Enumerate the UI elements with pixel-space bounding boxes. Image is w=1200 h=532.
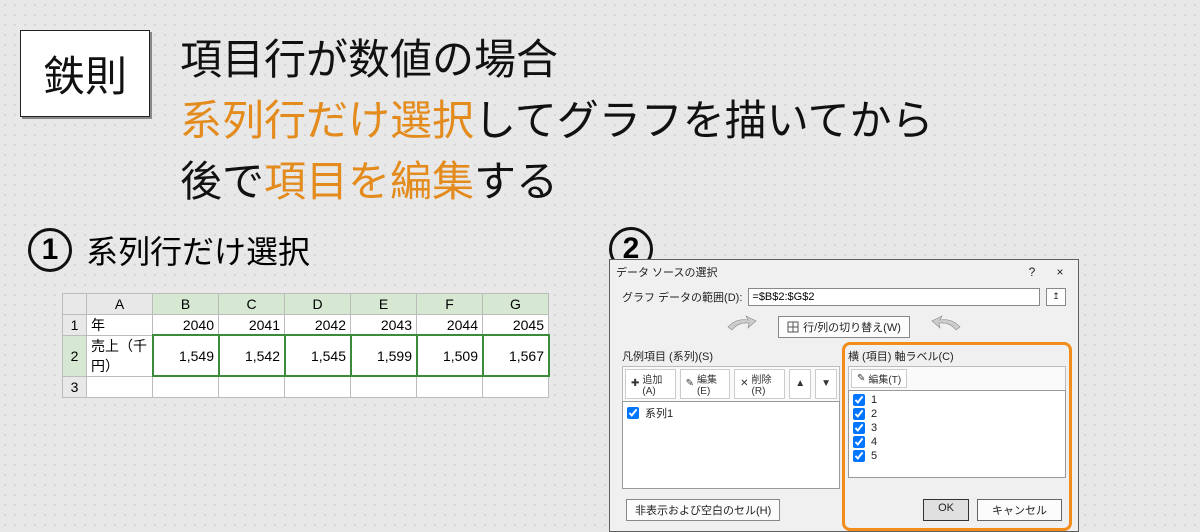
row-head-3[interactable]: 3 [63,376,87,397]
headline-line1: 項目行が数値の場合 [180,30,934,91]
cell-F1[interactable]: 2044 [417,314,483,335]
edit-icon: ✎ [686,378,694,389]
swap-arrow-right-icon [930,314,962,340]
rule-badge: 鉄則 [20,30,150,117]
legend-edit-button[interactable]: ✎編集(E) [680,369,731,399]
cell-B1[interactable]: 2040 [153,314,219,335]
cell-D3[interactable] [285,376,351,397]
range-picker-button[interactable]: ↥ [1046,288,1066,306]
range-input[interactable] [748,288,1040,306]
axis-list-label: 横 (項目) 軸ラベル(C) [848,348,1066,364]
step1-title: 系列行だけ選択 [86,227,310,273]
select-data-source-dialog: データ ソースの選択 ? × グラフ データの範囲(D): ↥ [609,259,1079,532]
list-item[interactable]: 4 [851,435,1063,449]
axis-toolbar: ✎編集(T) [848,366,1066,390]
spreadsheet: A B C D E F G 1 年 2040 2041 2042 2043 20… [62,293,549,398]
cell-E1[interactable]: 2043 [351,314,417,335]
swap-label: 行/列の切り替え(W) [803,319,901,335]
step-2: 2 データ ソースの選択 ? × グラフ データの範囲(D): ↥ [609,227,1200,532]
axis-item-label: 3 [871,422,877,434]
delete-icon: ✕ [740,378,748,389]
row-head-1[interactable]: 1 [63,314,87,335]
cell-C2[interactable]: 1,542 [219,335,285,376]
add-icon: ✚ [631,378,639,389]
legend-delete-button[interactable]: ✕削除(R) [734,369,785,399]
cell-D1[interactable]: 2042 [285,314,351,335]
cell-B3[interactable] [153,376,219,397]
headline-line3-emphasis: 項目を編集 [264,158,474,205]
swap-arrow-left-icon [726,314,758,340]
dialog-title: データ ソースの選択 [616,264,718,280]
col-head-C[interactable]: C [219,293,285,314]
cell-D2[interactable]: 1,545 [285,335,351,376]
axis-edit-button[interactable]: ✎編集(T) [851,369,907,388]
axis-item-checkbox[interactable] [853,436,865,448]
cell-E3[interactable] [351,376,417,397]
legend-toolbar: ✚追加(A) ✎編集(E) ✕削除(R) ▲ ▼ [622,366,840,401]
legend-moveup-button[interactable]: ▲ [789,369,811,399]
sheet-corner [63,293,87,314]
list-item[interactable]: 3 [851,421,1063,435]
axis-item-checkbox[interactable] [853,408,865,420]
range-label: グラフ データの範囲(D): [622,289,742,305]
legend-item-checkbox[interactable] [627,407,639,419]
cell-F2[interactable]: 1,509 [417,335,483,376]
headline-line3-post: する [474,158,558,205]
headline: 項目行が数値の場合 系列行だけ選択してグラフを描いてから 後で項目を編集する [180,30,934,213]
axis-listbox[interactable]: 1 2 3 4 5 [848,390,1066,478]
cell-A3[interactable] [87,376,153,397]
headline-line3: 後で項目を編集する [180,152,934,213]
col-head-A[interactable]: A [87,293,153,314]
headline-line2-rest: してグラフを描いてから [474,97,933,144]
legend-add-button[interactable]: ✚追加(A) [625,369,676,399]
cell-A1[interactable]: 年 [87,314,153,335]
step-1: 1 系列行だけ選択 A B C D E F G 1 年 2040 2041 20… [28,227,549,532]
list-item[interactable]: 5 [851,449,1063,463]
axis-item-checkbox[interactable] [853,422,865,434]
cell-F3[interactable] [417,376,483,397]
cell-E2[interactable]: 1,599 [351,335,417,376]
cell-C3[interactable] [219,376,285,397]
edit-icon: ✎ [857,373,865,384]
cell-A2[interactable]: 売上（千円） [87,335,153,376]
axis-item-checkbox[interactable] [853,450,865,462]
cell-B2[interactable]: 1,549 [153,335,219,376]
step1-number-icon: 1 [28,228,72,272]
dialog-close-button[interactable]: × [1048,264,1072,280]
up-icon: ▲ [795,378,805,389]
dialog-help-button[interactable]: ? [1020,264,1044,280]
col-head-B[interactable]: B [153,293,219,314]
legend-item-label: 系列1 [645,405,673,421]
list-item[interactable]: 系列1 [625,404,837,422]
axis-item-label: 5 [871,450,877,462]
collapse-icon: ↥ [1052,291,1060,302]
swap-rows-cols-button[interactable]: 行/列の切り替え(W) [778,316,910,338]
col-head-F[interactable]: F [417,293,483,314]
headline-line2-emphasis: 系列行だけ選択 [180,97,474,144]
cell-C1[interactable]: 2041 [219,314,285,335]
col-head-D[interactable]: D [285,293,351,314]
cell-G3[interactable] [483,376,549,397]
legend-movedown-button[interactable]: ▼ [815,369,837,399]
axis-item-label: 4 [871,436,877,448]
ok-button[interactable]: OK [923,499,969,521]
cell-G1[interactable]: 2045 [483,314,549,335]
axis-item-label: 1 [871,394,877,406]
cell-G2[interactable]: 1,567 [483,335,549,376]
axis-item-label: 2 [871,408,877,420]
legend-listbox[interactable]: 系列1 [622,401,840,489]
hidden-cells-button[interactable]: 非表示および空白のセル(H) [626,499,780,521]
col-head-G[interactable]: G [483,293,549,314]
col-head-E[interactable]: E [351,293,417,314]
list-item[interactable]: 1 [851,393,1063,407]
swap-icon [787,321,799,333]
down-icon: ▼ [821,378,831,389]
row-head-2[interactable]: 2 [63,335,87,376]
cancel-button[interactable]: キャンセル [977,499,1062,521]
legend-list-label: 凡例項目 (系列)(S) [622,348,840,364]
list-item[interactable]: 2 [851,407,1063,421]
axis-item-checkbox[interactable] [853,394,865,406]
headline-line2: 系列行だけ選択してグラフを描いてから [180,91,934,152]
headline-line3-pre: 後で [180,158,264,205]
